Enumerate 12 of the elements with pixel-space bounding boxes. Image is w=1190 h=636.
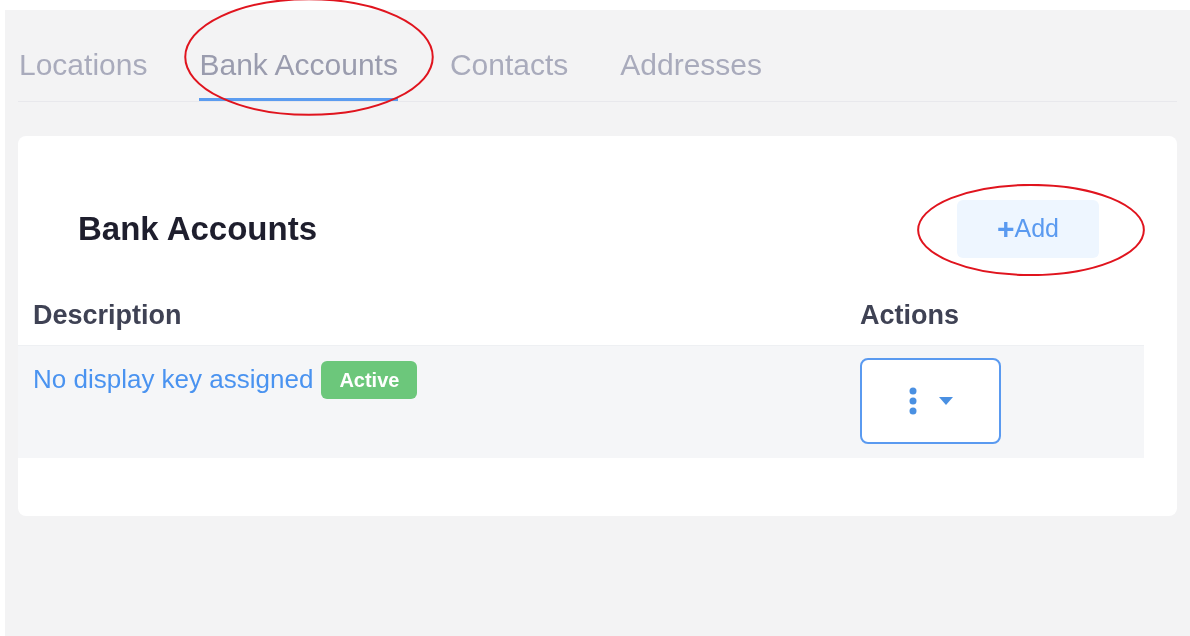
kebab-icon: [908, 387, 917, 415]
status-badge: Active: [321, 360, 418, 399]
column-header: Description: [32, 299, 183, 333]
card-title: Bank Accounts: [78, 209, 317, 250]
actions-button[interactable]: [860, 358, 1001, 444]
description-link[interactable]: No display key assigned: [33, 360, 314, 399]
tab[interactable]: Locations: [19, 50, 148, 101]
tab[interactable]: Contacts: [449, 50, 569, 101]
add-button[interactable]: +Add: [957, 200, 1099, 258]
caret-icon: [938, 397, 953, 405]
tab[interactable]: Addresses: [620, 50, 763, 101]
column-header: Actions: [860, 299, 959, 333]
